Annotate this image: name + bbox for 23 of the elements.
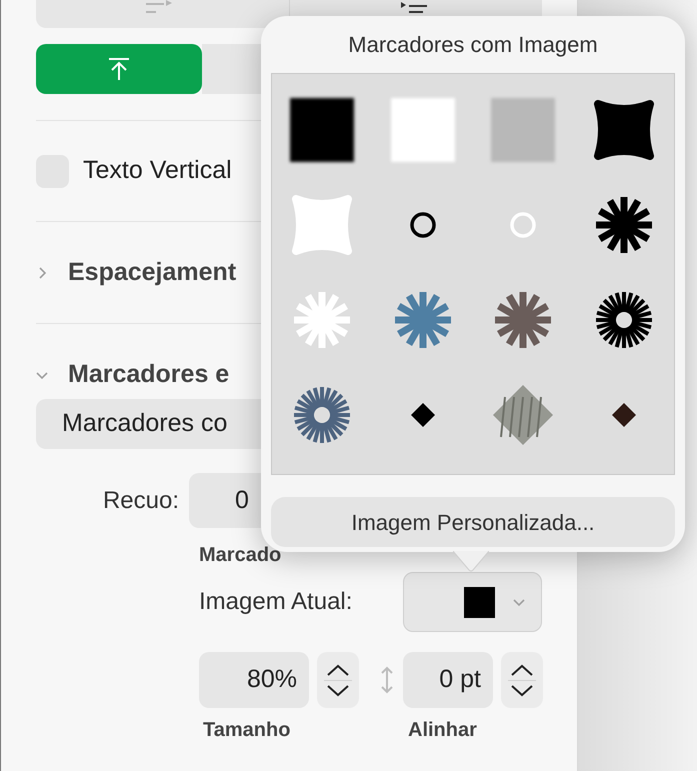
popover-title: Marcadores com Imagem (348, 31, 598, 59)
align-caption: Alinhar (408, 718, 477, 743)
indent-label: Recuo: (102, 486, 180, 516)
checkbox-label: Texto Vertical (83, 155, 232, 186)
square-bullet-icon (464, 586, 495, 618)
section-header[interactable]: Espacejament (68, 254, 236, 292)
align-top-button[interactable] (36, 44, 202, 94)
chevron-up-icon[interactable] (326, 664, 350, 676)
current-image-label: Imagem Atual: (199, 587, 354, 617)
chevron-down-icon[interactable] (326, 684, 350, 696)
stepper[interactable] (501, 652, 543, 708)
custom-image-button[interactable]: Imagem Personalizada... (271, 497, 675, 547)
stepper[interactable] (317, 652, 359, 708)
section-header[interactable]: Marcadores e (68, 356, 230, 394)
size-caption: Tamanho (203, 718, 292, 743)
align-top-icon (108, 57, 130, 81)
bullet-indent-caption: Marcado (199, 544, 282, 566)
current-image-popup[interactable] (403, 572, 542, 632)
chevron-up-icon[interactable] (510, 664, 534, 676)
chevron-down-icon[interactable] (510, 684, 534, 696)
align-field[interactable]: 0 pt (403, 652, 493, 708)
size-field[interactable]: 80% (199, 652, 309, 708)
vertical-arrows-icon (381, 666, 393, 694)
